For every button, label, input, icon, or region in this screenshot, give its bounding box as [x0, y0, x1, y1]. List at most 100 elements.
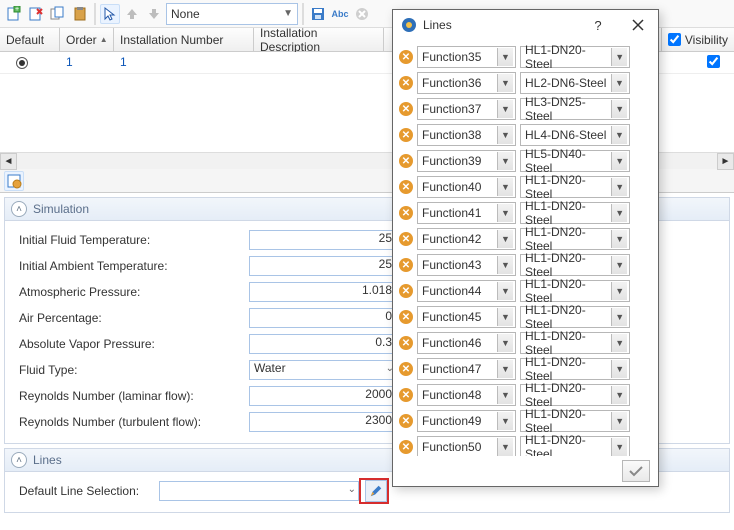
- remove-icon[interactable]: ✕: [399, 284, 413, 298]
- edit-lines-button[interactable]: [365, 480, 387, 502]
- move-down-icon[interactable]: [144, 4, 164, 24]
- function-spec-select[interactable]: HL1-DN20-Steel▼: [520, 436, 630, 456]
- function-name-select[interactable]: Function48▼: [417, 384, 516, 406]
- cursor-icon[interactable]: [100, 4, 120, 24]
- move-up-icon[interactable]: [122, 4, 142, 24]
- row-visibility-checkbox[interactable]: [707, 55, 720, 68]
- function-spec-select[interactable]: HL4-DN6-Steel▼: [520, 124, 630, 146]
- input-re-laminar[interactable]: 2000: [249, 386, 397, 406]
- remove-icon[interactable]: ✕: [399, 232, 413, 246]
- input-initial-fluid[interactable]: 25: [249, 230, 397, 250]
- function-spec-select[interactable]: HL3-DN25-Steel▼: [520, 98, 630, 120]
- chevron-down-icon: ▼: [611, 100, 627, 118]
- function-row: ✕ Function35▼HL1-DN20-Steel▼: [399, 44, 648, 70]
- toolbar-select[interactable]: None ▼: [166, 3, 298, 25]
- save-icon[interactable]: [308, 4, 328, 24]
- remove-icon[interactable]: ✕: [399, 258, 413, 272]
- function-spec-select[interactable]: HL2-DN6-Steel▼: [520, 72, 630, 94]
- function-name-select[interactable]: Function44▼: [417, 280, 516, 302]
- remove-icon[interactable]: ✕: [399, 50, 413, 64]
- remove-icon[interactable]: ✕: [399, 310, 413, 324]
- function-spec-select[interactable]: HL1-DN20-Steel▼: [520, 46, 630, 68]
- function-name-select[interactable]: Function47▼: [417, 358, 516, 380]
- paste-icon[interactable]: [70, 4, 90, 24]
- function-name-select[interactable]: Function36▼: [417, 72, 516, 94]
- function-name-select[interactable]: Function46▼: [417, 332, 516, 354]
- function-spec-select[interactable]: HL1-DN20-Steel▼: [520, 202, 630, 224]
- dialog-footer: [393, 456, 658, 486]
- function-row: ✕ Function44▼HL1-DN20-Steel▼: [399, 278, 648, 304]
- input-re-turbulent[interactable]: 2300: [249, 412, 397, 432]
- remove-icon[interactable]: ✕: [399, 180, 413, 194]
- function-spec-select[interactable]: HL1-DN20-Steel▼: [520, 332, 630, 354]
- close-button[interactable]: [618, 10, 658, 40]
- function-name-select[interactable]: Function49▼: [417, 410, 516, 432]
- cancel-icon[interactable]: [352, 4, 372, 24]
- function-spec-select[interactable]: HL1-DN20-Steel▼: [520, 176, 630, 198]
- remove-icon[interactable]: ✕: [399, 154, 413, 168]
- function-row: ✕ Function45▼HL1-DN20-Steel▼: [399, 304, 648, 330]
- function-name-select[interactable]: Function40▼: [417, 176, 516, 198]
- function-spec-select[interactable]: HL1-DN20-Steel▼: [520, 410, 630, 432]
- col-default[interactable]: Default: [0, 28, 60, 51]
- input-abs-vapor[interactable]: 0.3: [249, 334, 397, 354]
- function-spec-select[interactable]: HL5-DN40-Steel▼: [520, 150, 630, 172]
- remove-icon[interactable]: ✕: [399, 362, 413, 376]
- function-name-select[interactable]: Function42▼: [417, 228, 516, 250]
- remove-icon[interactable]: ✕: [399, 440, 413, 454]
- new-icon[interactable]: +: [4, 4, 24, 24]
- dialog-titlebar[interactable]: Lines ?: [393, 10, 658, 40]
- input-air-pct[interactable]: 0: [249, 308, 397, 328]
- chevron-down-icon: ▼: [611, 334, 627, 352]
- remove-icon[interactable]: ✕: [399, 76, 413, 90]
- function-row: ✕ Function46▼HL1-DN20-Steel▼: [399, 330, 648, 356]
- edit-lines-highlight: [359, 478, 389, 504]
- function-spec-select[interactable]: HL1-DN20-Steel▼: [520, 358, 630, 380]
- scroll-left-icon[interactable]: ◄: [0, 153, 17, 170]
- remove-icon[interactable]: ✕: [399, 206, 413, 220]
- collapse-icon[interactable]: ˄: [11, 452, 27, 468]
- remove-icon[interactable]: ✕: [399, 388, 413, 402]
- function-name-select[interactable]: Function45▼: [417, 306, 516, 328]
- function-name-select[interactable]: Function39▼: [417, 150, 516, 172]
- copy-icon[interactable]: [48, 4, 68, 24]
- chevron-down-icon: ▼: [497, 256, 513, 274]
- chevron-down-icon: ▼: [611, 308, 627, 326]
- remove-icon[interactable]: ✕: [399, 414, 413, 428]
- panel-title: Lines: [33, 453, 62, 467]
- function-name-select[interactable]: Function35▼: [417, 46, 516, 68]
- collapse-icon[interactable]: ˄: [11, 201, 27, 217]
- abc-icon[interactable]: Abc: [330, 4, 350, 24]
- function-spec-select[interactable]: HL1-DN20-Steel▼: [520, 228, 630, 250]
- input-atm-pressure[interactable]: 1.018: [249, 282, 397, 302]
- select-fluid-type[interactable]: Water⌄: [249, 360, 397, 380]
- function-name-select[interactable]: Function43▼: [417, 254, 516, 276]
- properties-icon[interactable]: [4, 171, 24, 191]
- function-name-select[interactable]: Function41▼: [417, 202, 516, 224]
- col-visibility[interactable]: Visibility: [661, 28, 734, 51]
- function-spec-select[interactable]: HL1-DN20-Steel▼: [520, 306, 630, 328]
- label-re-turbulent: Reynolds Number (turbulent flow):: [19, 415, 249, 429]
- remove-icon[interactable]: ✕: [399, 336, 413, 350]
- scroll-right-icon[interactable]: ►: [717, 153, 734, 170]
- ok-button[interactable]: [622, 460, 650, 482]
- select-default-line[interactable]: ⌄: [159, 481, 359, 501]
- remove-icon[interactable]: ✕: [399, 102, 413, 116]
- help-button[interactable]: ?: [578, 10, 618, 40]
- chevron-down-icon: ▼: [611, 152, 627, 170]
- default-radio[interactable]: [16, 57, 28, 69]
- function-name-select[interactable]: Function50▼: [417, 436, 516, 456]
- function-name-select[interactable]: Function38▼: [417, 124, 516, 146]
- delete-icon[interactable]: [26, 4, 46, 24]
- col-order[interactable]: Order▲: [60, 28, 114, 51]
- input-initial-ambient[interactable]: 25: [249, 256, 397, 276]
- col-install-desc[interactable]: Installation Description: [254, 28, 384, 51]
- remove-icon[interactable]: ✕: [399, 128, 413, 142]
- function-name-select[interactable]: Function37▼: [417, 98, 516, 120]
- function-spec-select[interactable]: HL1-DN20-Steel▼: [520, 280, 630, 302]
- function-row: ✕ Function50▼HL1-DN20-Steel▼: [399, 434, 648, 456]
- function-spec-select[interactable]: HL1-DN20-Steel▼: [520, 384, 630, 406]
- function-spec-select[interactable]: HL1-DN20-Steel▼: [520, 254, 630, 276]
- col-install-num[interactable]: Installation Number: [114, 28, 254, 51]
- visibility-header-checkbox[interactable]: [668, 33, 681, 46]
